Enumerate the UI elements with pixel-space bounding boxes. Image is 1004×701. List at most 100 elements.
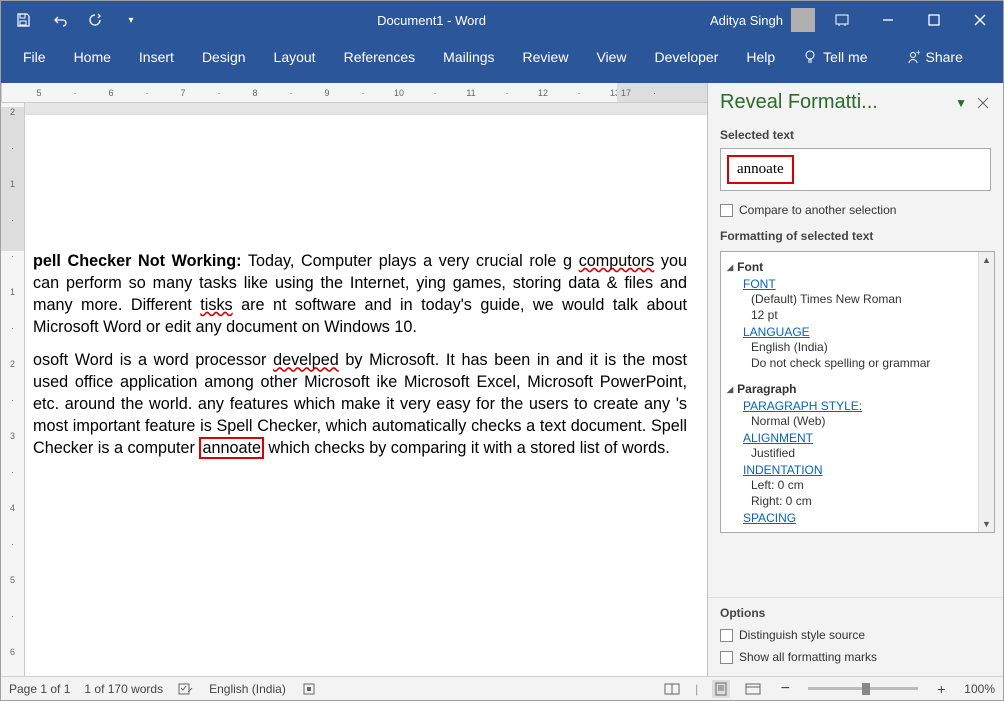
undo-icon[interactable] [41,1,77,39]
selected-word[interactable]: annoate [199,437,264,459]
save-icon[interactable] [5,1,41,39]
tab-review[interactable]: Review [509,41,583,75]
tab-insert[interactable]: Insert [125,41,188,75]
compare-selection-check[interactable]: Compare to another selection [708,199,1003,221]
font-group-header[interactable]: ◢Font [727,258,976,276]
selected-text-heading: Selected text [708,120,1003,146]
maximize-icon[interactable] [911,1,957,39]
status-bar: Page 1 of 1 1 of 170 words English (Indi… [1,676,1003,700]
tell-me-label: Tell me [823,49,867,65]
reveal-formatting-pane: Reveal Formatti... ▼ Selected text annoa… [707,83,1003,676]
close-icon[interactable] [957,1,1003,39]
ribbon-tabs: File Home Insert Design Layout Reference… [1,39,1003,83]
tab-design[interactable]: Design [188,41,260,75]
zoom-level[interactable]: 100% [964,682,995,696]
web-layout-icon[interactable] [744,680,762,698]
redo-icon[interactable] [77,1,113,39]
paragraph-group-header[interactable]: ◢Paragraph [727,380,976,398]
paragraph-style-value: Normal (Web) [727,414,976,430]
word-count[interactable]: 1 of 170 words [84,682,163,696]
title-bar: ▾ Document1 - Word Aditya Singh [1,1,1003,39]
language-value: English (India) [727,340,976,356]
tab-help[interactable]: Help [732,41,789,75]
paragraph-1: pell Checker Not Working: Today, Compute… [33,251,687,338]
font-link[interactable]: FONT [727,276,976,292]
formatting-box: ◢Font FONT (Default) Times New Roman 12 … [720,251,995,533]
main-area: 5·6·7·8·9·10·11·12·13·14·15·16 17· 2·1· … [1,83,1003,676]
tab-file[interactable]: File [9,41,60,75]
collapse-icon[interactable]: ◢ [727,385,733,394]
tell-me[interactable]: Tell me [789,41,881,75]
user-account[interactable]: Aditya Singh [710,8,819,32]
pane-close-icon[interactable] [973,93,993,113]
indent-left-value: Left: 0 cm [727,478,976,494]
show-formatting-marks-label: Show all formatting marks [739,650,877,664]
document-page[interactable]: pell Checker Not Working: Today, Compute… [25,115,707,676]
spacing-link[interactable]: SPACING [727,510,976,526]
user-name: Aditya Singh [710,13,783,28]
language-spellcheck-value: Do not check spelling or grammar [727,356,976,372]
formatting-heading: Formatting of selected text [708,221,1003,247]
tab-layout[interactable]: Layout [260,41,330,75]
zoom-thumb[interactable] [862,683,870,695]
document-area: 5·6·7·8·9·10·11·12·13·14·15·16 17· 2·1· … [1,83,707,676]
tab-mailings[interactable]: Mailings [429,41,508,75]
spell-check-status-icon[interactable] [177,680,195,698]
minimize-icon[interactable] [865,1,911,39]
print-layout-icon[interactable] [712,680,730,698]
selected-text-box: annoate [720,148,991,191]
distinguish-style-check[interactable]: Distinguish style source [708,624,1003,646]
lightbulb-icon [803,50,817,64]
tab-view[interactable]: View [582,41,640,75]
share-button[interactable]: + Share [892,41,977,75]
alignment-link[interactable]: ALIGNMENT [727,430,976,446]
share-label: Share [926,49,963,65]
spell-error[interactable]: computors [579,252,655,270]
pane-title: Reveal Formatti... [720,91,949,114]
pane-scrollbar[interactable]: ▲ ▼ [978,252,994,532]
read-mode-icon[interactable] [663,680,681,698]
compare-selection-label: Compare to another selection [739,203,896,217]
qat-customize-icon[interactable]: ▾ [113,1,149,39]
scroll-up-icon[interactable]: ▲ [982,252,991,268]
share-icon: + [906,50,920,64]
indentation-link[interactable]: INDENTATION [727,462,976,478]
tab-home[interactable]: Home [60,41,125,75]
avatar-icon [791,8,815,32]
selected-text-value: annoate [727,155,794,184]
tab-references[interactable]: References [330,41,430,75]
zoom-in-icon[interactable]: + [932,680,950,698]
ribbon-display-options-icon[interactable] [819,1,865,39]
zoom-out-icon[interactable]: − [776,680,794,698]
scroll-down-icon[interactable]: ▼ [982,516,991,532]
pane-header: Reveal Formatti... ▼ [708,83,1003,120]
formatting-content: ◢Font FONT (Default) Times New Roman 12 … [721,252,978,532]
checkbox-icon[interactable] [720,204,733,217]
spell-error[interactable]: tisks [200,296,232,314]
zoom-slider[interactable] [808,687,918,690]
collapse-icon[interactable]: ◢ [727,263,733,272]
options-heading: Options [708,598,1003,624]
show-formatting-marks-check[interactable]: Show all formatting marks [708,646,1003,668]
checkbox-icon[interactable] [720,651,733,664]
p1-heading: pell Checker Not Working: [33,252,242,270]
vertical-ruler[interactable]: 2·1· ·1·2·3·4·5·6·7·8 [1,103,25,676]
distinguish-style-label: Distinguish style source [739,628,865,642]
alignment-value: Justified [727,446,976,462]
options-section: Options Distinguish style source Show al… [708,597,1003,676]
paragraph-2: osoft Word is a word processor develped … [33,350,687,459]
page-indicator[interactable]: Page 1 of 1 [9,682,70,696]
indent-right-value: Right: 0 cm [727,494,976,510]
macro-status-icon[interactable] [300,680,318,698]
language-link[interactable]: LANGUAGE [727,324,976,340]
font-size-value: 12 pt [727,308,976,324]
horizontal-ruler[interactable]: 5·6·7·8·9·10·11·12·13·14·15·16 17· [1,83,707,103]
language-indicator[interactable]: English (India) [209,682,286,696]
pane-dropdown-icon[interactable]: ▼ [949,96,973,110]
svg-text:+: + [916,50,920,57]
checkbox-icon[interactable] [720,629,733,642]
paragraph-style-link[interactable]: PARAGRAPH STYLE: [727,398,976,414]
spell-error[interactable]: develped [273,351,339,369]
quick-access-toolbar: ▾ [1,1,153,39]
tab-developer[interactable]: Developer [641,41,733,75]
